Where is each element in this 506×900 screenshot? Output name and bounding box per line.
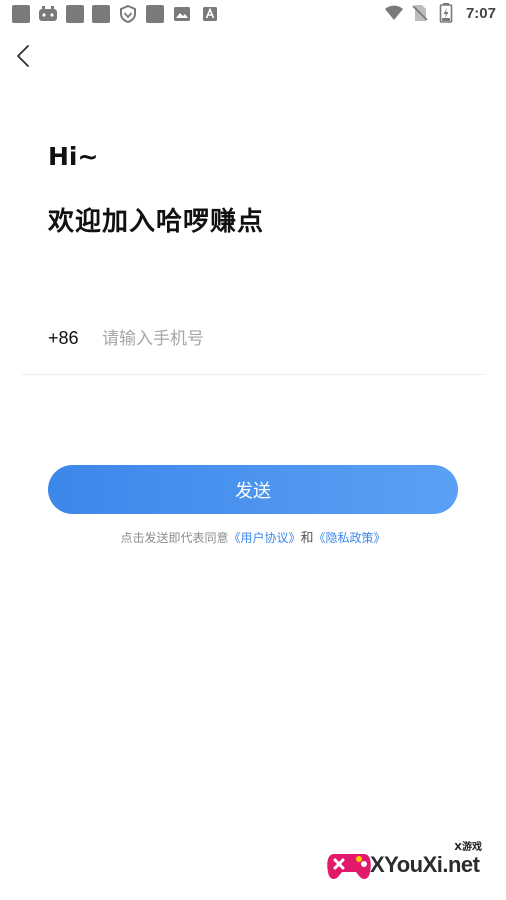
font-icon <box>200 5 220 23</box>
agreement-and: 和 <box>300 531 314 546</box>
watermark-small-text: X游戏 <box>454 842 482 853</box>
image-icon <box>172 5 192 23</box>
country-code[interactable]: +86 <box>48 328 79 349</box>
agreement-prefix: 点击发送即代表同意 <box>120 531 229 545</box>
watermark-main-text: XYouXi.net <box>370 852 480 877</box>
agreement-text: 点击发送即代表同意《用户协议》和《隐私政策》 <box>0 527 506 546</box>
notification-square-icon <box>66 5 84 23</box>
status-bar: 7:07 <box>0 0 506 28</box>
status-bar-system: 7:07 <box>384 3 496 23</box>
greeting-title: Hi~ <box>48 142 99 171</box>
privacy-policy-link[interactable]: 《隐私政策》 <box>314 531 386 545</box>
status-time: 7:07 <box>465 4 496 22</box>
back-button[interactable] <box>12 42 36 70</box>
notification-square-icon <box>12 5 30 23</box>
chevron-left-icon <box>17 45 29 67</box>
welcome-title: 欢迎加入哈啰赚点 <box>48 207 265 237</box>
shield-icon <box>118 5 138 23</box>
game-controller-icon <box>38 5 58 23</box>
notification-square-icon <box>146 5 164 23</box>
status-bar-notifications <box>12 5 220 23</box>
notification-square-icon <box>92 5 110 23</box>
phone-input-row: +86 <box>22 318 486 375</box>
wifi-icon <box>384 4 404 22</box>
user-agreement-link[interactable]: 《用户协议》 <box>228 531 300 545</box>
watermark: X游戏 XYouXi.net <box>326 838 496 888</box>
battery-charging-icon <box>436 3 456 23</box>
phone-number-input[interactable] <box>102 324 462 354</box>
game-controller-logo-icon <box>327 854 371 880</box>
send-button[interactable]: 发送 <box>48 465 458 514</box>
no-sim-icon <box>410 4 430 22</box>
